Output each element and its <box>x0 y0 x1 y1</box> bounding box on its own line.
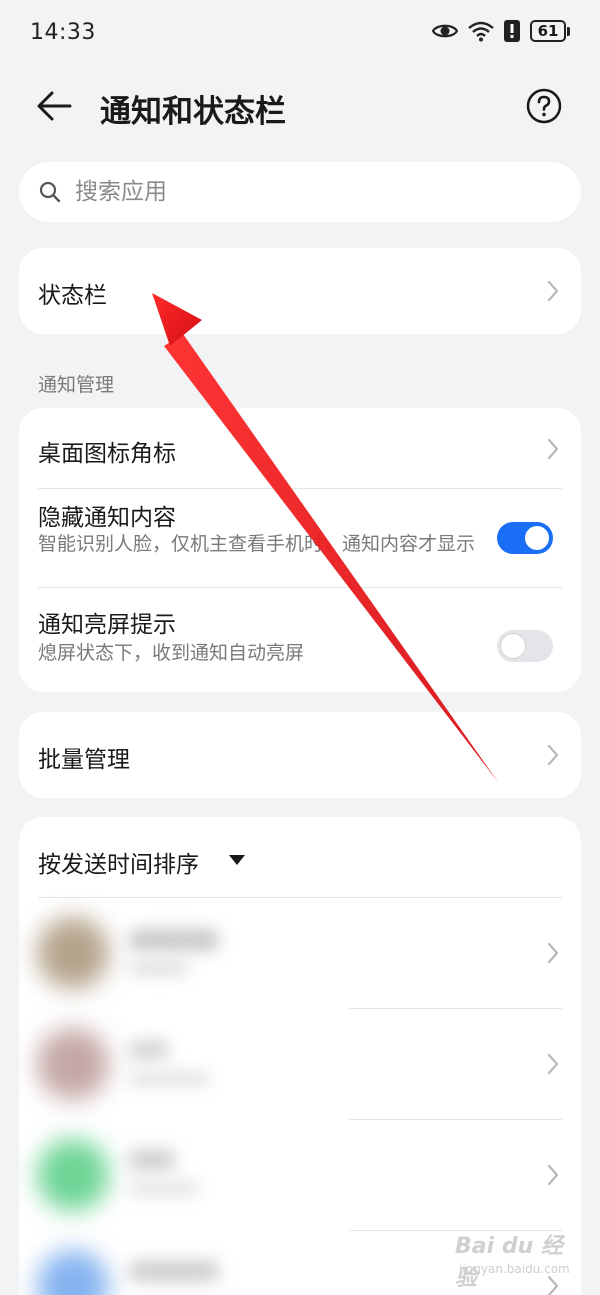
switch-knob <box>501 634 525 658</box>
battery-level: 61 <box>530 20 566 42</box>
page-title: 通知和状态栏 <box>100 94 286 130</box>
status-bar-settings-row[interactable]: 状态栏 <box>19 248 581 334</box>
app-time-blurred <box>129 1072 209 1086</box>
status-icons: 61 <box>432 20 570 42</box>
batch-management-card: 批量管理 <box>19 712 581 798</box>
app-icon-blurred <box>37 1250 109 1295</box>
status-bar-card: 状态栏 <box>19 248 581 334</box>
hide-notification-content-label: 隐藏通知内容 <box>38 505 176 531</box>
hide-notification-content-switch[interactable] <box>497 522 553 554</box>
status-bar-settings-label: 状态栏 <box>38 283 107 309</box>
desktop-badge-label: 桌面图标角标 <box>38 441 176 467</box>
battery-tip <box>567 26 570 36</box>
wifi-icon <box>468 21 494 42</box>
app-row-blurred-2[interactable] <box>19 1008 581 1119</box>
sort-label: 按发送时间排序 <box>38 852 199 878</box>
batch-management-row[interactable]: 批量管理 <box>19 712 581 798</box>
status-bar: 14:33 61 <box>0 0 600 70</box>
app-name-blurred <box>129 1040 169 1060</box>
alert-icon <box>504 20 520 42</box>
wake-screen-switch[interactable] <box>497 630 553 662</box>
desktop-badge-row[interactable]: 桌面图标角标 <box>19 408 581 488</box>
app-icon-blurred <box>37 1028 109 1100</box>
wake-screen-description: 熄屏状态下，收到通知自动亮屏 <box>38 642 305 664</box>
app-list-card: 按发送时间排序 <box>19 817 581 1295</box>
app-row-blurred-1[interactable] <box>19 897 581 1008</box>
section-label-notification-management: 通知管理 <box>38 374 115 396</box>
sort-dropdown[interactable]: 按发送时间排序 <box>19 817 581 897</box>
switch-knob <box>525 526 549 550</box>
chevron-right-icon <box>547 438 559 460</box>
dropdown-triangle-icon <box>229 855 245 865</box>
hide-notification-content-description: 智能识别人脸，仅机主查看手机时，通知内容才显示 <box>38 533 476 555</box>
chevron-right-icon <box>547 280 559 302</box>
eye-icon <box>432 24 458 38</box>
app-icon-blurred <box>37 1139 109 1211</box>
chevron-right-icon <box>547 744 559 766</box>
watermark-main: Bai du 经验 <box>455 1234 563 1291</box>
back-arrow-icon <box>37 91 72 121</box>
app-name-blurred <box>129 929 219 951</box>
help-button[interactable] <box>526 88 562 124</box>
wake-screen-row[interactable]: 通知亮屏提示 熄屏状态下，收到通知自动亮屏 <box>19 587 581 692</box>
app-icon-blurred <box>37 917 109 989</box>
app-time-blurred <box>129 1181 199 1195</box>
status-time: 14:33 <box>30 20 96 45</box>
battery-icon: 61 <box>530 20 570 42</box>
search-icon <box>39 181 61 203</box>
search-box[interactable] <box>19 162 581 222</box>
app-time-blurred <box>129 961 189 975</box>
app-name-blurred <box>129 1149 175 1171</box>
watermark-sub: jingyan.baidu.com <box>459 1262 570 1276</box>
chevron-right-icon <box>547 942 559 964</box>
back-button[interactable] <box>32 86 76 126</box>
app-name-blurred <box>129 1260 219 1282</box>
chevron-right-icon <box>547 1053 559 1075</box>
chevron-right-icon <box>547 1164 559 1186</box>
watermark: Bai du 经验 jingyan.baidu.com <box>455 1228 575 1291</box>
wake-screen-label: 通知亮屏提示 <box>38 612 176 638</box>
hide-notification-content-row[interactable]: 隐藏通知内容 智能识别人脸，仅机主查看手机时，通知内容才显示 <box>19 488 581 587</box>
help-icon <box>526 88 562 124</box>
app-row-blurred-3[interactable] <box>19 1119 581 1230</box>
search-input[interactable] <box>75 162 555 222</box>
batch-management-label: 批量管理 <box>38 747 130 773</box>
title-bar: 通知和状态栏 <box>0 70 600 142</box>
notification-management-card: 桌面图标角标 隐藏通知内容 智能识别人脸，仅机主查看手机时，通知内容才显示 通知… <box>19 408 581 692</box>
